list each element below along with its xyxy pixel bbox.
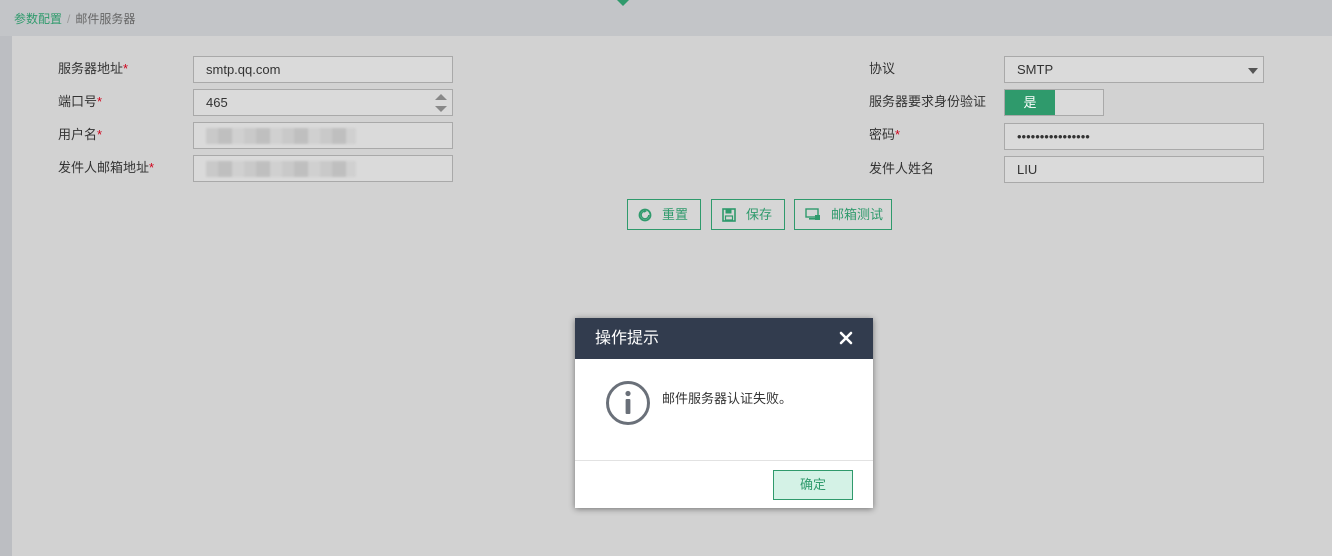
dialog-title: 操作提示 — [595, 330, 660, 347]
close-icon[interactable] — [839, 331, 853, 345]
modal-overlay: 操作提示 邮件服务器认证失败。 确定 — [0, 0, 1332, 556]
operation-prompt-dialog: 操作提示 邮件服务器认证失败。 确定 — [575, 318, 873, 508]
dialog-header: 操作提示 — [575, 318, 873, 359]
dialog-message: 邮件服务器认证失败。 — [662, 391, 793, 406]
ok-button[interactable]: 确定 — [773, 470, 853, 500]
dialog-divider — [575, 460, 873, 461]
info-icon — [606, 381, 650, 425]
dialog-body: 邮件服务器认证失败。 — [575, 359, 873, 460]
